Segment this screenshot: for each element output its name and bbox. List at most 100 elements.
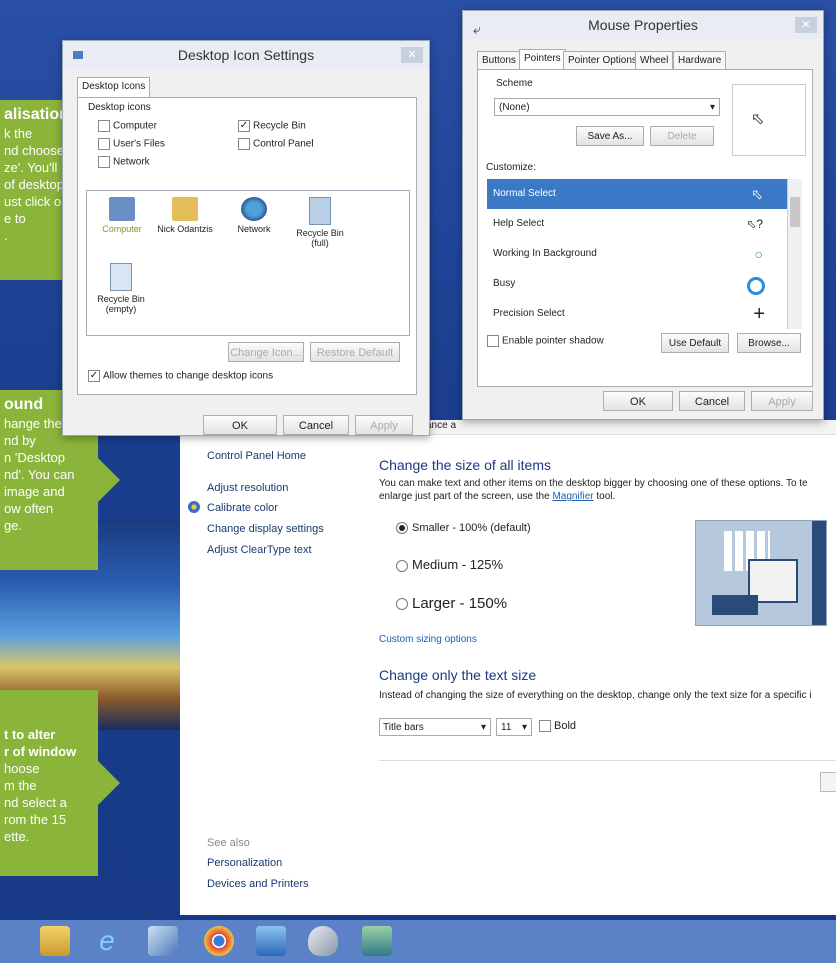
see-also-label: See also bbox=[207, 837, 250, 849]
crosshair-cursor-icon: + bbox=[753, 303, 765, 325]
nav-calibrate-color[interactable]: Calibrate color bbox=[207, 502, 278, 514]
mouse-icon[interactable] bbox=[308, 926, 338, 956]
icon-label: Recycle Bin (full) bbox=[296, 228, 344, 248]
cancel-button[interactable]: Cancel bbox=[283, 415, 349, 435]
chevron-down-icon: ▾ bbox=[521, 722, 527, 733]
option-smaller[interactable]: Smaller - 100% (default) bbox=[396, 522, 531, 535]
customize-label: Customize: bbox=[486, 162, 537, 173]
option-label: Larger - 150% bbox=[412, 595, 508, 612]
tab-desktop-icons[interactable]: Desktop Icons bbox=[77, 77, 151, 97]
tab-pointers[interactable]: Pointers bbox=[519, 49, 566, 69]
checkbox-label: Computer bbox=[113, 120, 157, 132]
control-panel-icon[interactable] bbox=[256, 926, 286, 956]
icon-item-recycle-full[interactable]: Recycle Bin (full) bbox=[287, 197, 353, 248]
close-icon[interactable]: ✕ bbox=[795, 17, 817, 33]
checkbox[interactable] bbox=[98, 120, 110, 132]
radio-button[interactable] bbox=[396, 559, 408, 572]
pointer-row-help-select[interactable]: Help Select ⬁? bbox=[487, 209, 787, 239]
apply-button[interactable]: Apply bbox=[751, 391, 813, 411]
checkbox-computer[interactable]: Computer bbox=[98, 120, 157, 132]
close-icon[interactable]: ✕ bbox=[401, 47, 423, 63]
browse-button[interactable]: Browse... bbox=[737, 333, 801, 353]
tab-wheel[interactable]: Wheel bbox=[635, 51, 674, 69]
enable-shadow-checkbox[interactable]: Enable pointer shadow bbox=[487, 335, 604, 347]
ok-button[interactable]: OK bbox=[203, 415, 277, 435]
tab-buttons[interactable]: Buttons bbox=[477, 51, 521, 69]
option-medium[interactable]: Medium - 125% bbox=[396, 557, 503, 572]
address-partial: ance a bbox=[426, 420, 457, 431]
apply-button[interactable]: Apply bbox=[355, 415, 413, 435]
checkbox-control-panel[interactable]: Control Panel bbox=[238, 138, 314, 150]
delete-button[interactable]: Delete bbox=[650, 126, 714, 146]
pointer-preview: ⬁ bbox=[732, 84, 806, 156]
app-icon[interactable] bbox=[148, 926, 178, 956]
nav-adjust-resolution[interactable]: Adjust resolution bbox=[207, 482, 288, 494]
checkbox[interactable] bbox=[98, 156, 110, 168]
checkbox[interactable] bbox=[539, 720, 551, 733]
tab-hardware[interactable]: Hardware bbox=[673, 51, 727, 69]
nav-devices-and-printers[interactable]: Devices and Printers bbox=[207, 878, 309, 890]
save-as-button[interactable]: Save As... bbox=[576, 126, 644, 146]
icon-label: Network bbox=[237, 224, 271, 234]
tab-label: Wheel bbox=[640, 55, 669, 66]
scroll-thumb[interactable] bbox=[790, 197, 800, 227]
custom-sizing-link[interactable]: Custom sizing options bbox=[379, 634, 477, 645]
arrow-cursor-icon: ⬁ bbox=[751, 111, 765, 128]
file-explorer-icon[interactable] bbox=[40, 926, 70, 956]
nav-change-display-settings[interactable]: Change display settings bbox=[207, 523, 324, 535]
nav-control-panel-home[interactable]: Control Panel Home bbox=[207, 450, 306, 462]
radio-button[interactable] bbox=[396, 598, 408, 611]
scheme-value: (None) bbox=[499, 102, 530, 113]
checkbox-recycle-bin[interactable]: ✓ Recycle Bin bbox=[238, 120, 306, 132]
allow-themes-checkbox[interactable]: ✓ Allow themes to change desktop icons bbox=[88, 370, 273, 382]
radio-button[interactable] bbox=[396, 522, 408, 535]
restore-default-button[interactable]: Restore Default bbox=[310, 342, 400, 362]
option-larger[interactable]: Larger - 150% bbox=[396, 595, 507, 612]
icon-item-computer[interactable]: Computer bbox=[95, 197, 149, 234]
checkbox[interactable]: ✓ bbox=[238, 120, 250, 132]
preview-sidebar-icon bbox=[812, 521, 826, 625]
pointer-list-scrollbar[interactable] bbox=[787, 179, 802, 329]
icon-item-network[interactable]: Network bbox=[227, 197, 281, 234]
pointer-row-busy[interactable]: Busy bbox=[487, 269, 787, 299]
scheme-select[interactable]: (None) ▾ bbox=[494, 98, 720, 116]
option-label: Smaller - 100% (default) bbox=[412, 522, 531, 534]
pointer-row-precision-select[interactable]: Precision Select + bbox=[487, 299, 787, 329]
tab-label: Buttons bbox=[482, 55, 516, 66]
internet-explorer-icon[interactable]: e bbox=[92, 926, 122, 956]
tab-pointer-options[interactable]: Pointer Options bbox=[563, 51, 642, 69]
checkbox[interactable] bbox=[238, 138, 250, 150]
pointer-row-working-background[interactable]: Working In Background ○ bbox=[487, 239, 787, 269]
tab-label: Hardware bbox=[678, 55, 722, 66]
busy-cursor-icon bbox=[747, 277, 765, 295]
description-line: enlarge just part of the screen, use the bbox=[379, 491, 550, 502]
bold-checkbox[interactable]: Bold bbox=[539, 720, 576, 733]
icon-item-user[interactable]: Nick Odantzis bbox=[153, 197, 217, 234]
pointer-row-normal-select[interactable]: Normal Select ⬁ bbox=[487, 179, 787, 209]
change-icon-button[interactable]: Change Icon... bbox=[228, 342, 304, 362]
checkbox[interactable] bbox=[487, 335, 499, 347]
apply-button-partial[interactable] bbox=[820, 772, 836, 792]
use-default-button[interactable]: Use Default bbox=[661, 333, 729, 353]
ok-button[interactable]: OK bbox=[603, 391, 673, 411]
cancel-button[interactable]: Cancel bbox=[679, 391, 745, 411]
checkbox[interactable] bbox=[98, 138, 110, 150]
callout-arrow bbox=[98, 458, 120, 502]
display-settings-icon[interactable] bbox=[362, 926, 392, 956]
callout-line: ge. bbox=[4, 518, 23, 533]
nav-personalization[interactable]: Personalization bbox=[207, 857, 282, 869]
item-select[interactable]: Title bars ▾ bbox=[379, 718, 491, 736]
icon-label: Recycle Bin (empty) bbox=[97, 294, 145, 314]
size-select[interactable]: 11 ▾ bbox=[496, 718, 532, 736]
checkbox-network[interactable]: Network bbox=[98, 156, 150, 168]
checkbox[interactable]: ✓ bbox=[88, 370, 100, 382]
checkbox-users-files[interactable]: User's Files bbox=[98, 138, 165, 150]
nav-adjust-cleartype[interactable]: Adjust ClearType text bbox=[207, 544, 312, 556]
chrome-icon[interactable] bbox=[204, 926, 234, 956]
recycle-bin-empty-icon bbox=[110, 263, 132, 291]
title-bar: ⤶ Mouse Properties ✕ bbox=[463, 11, 823, 39]
icon-item-recycle-empty[interactable]: Recycle Bin (empty) bbox=[93, 263, 149, 314]
group-label: Desktop icons bbox=[88, 102, 151, 113]
magnifier-link[interactable]: Magnifier bbox=[552, 491, 593, 502]
callout-line: t to alter bbox=[4, 727, 56, 742]
